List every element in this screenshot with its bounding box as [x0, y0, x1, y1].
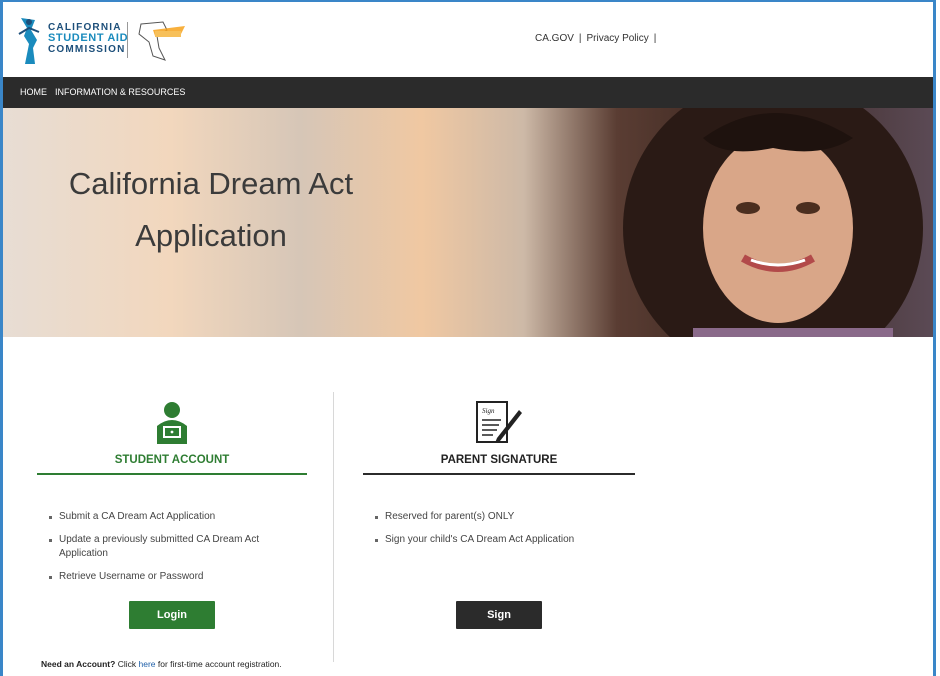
parent-title-rule	[363, 473, 635, 475]
registration-link[interactable]: here	[138, 659, 155, 669]
california-figure-icon	[18, 18, 40, 64]
ca-gov-link[interactable]: CA.GOV	[535, 33, 574, 44]
student-bullet-list: Submit a CA Dream Act Application Update…	[37, 510, 307, 593]
logo-line-3: COMMISSION	[48, 44, 126, 55]
list-item: Retrieve Username or Password	[37, 570, 307, 584]
need-account-text: Need an Account? Click here for first-ti…	[41, 659, 282, 669]
nav-home[interactable]: HOME	[20, 87, 47, 97]
student-title-rule	[37, 473, 307, 475]
list-item: Update a previously submitted CA Dream A…	[37, 533, 307, 561]
browser-frame: CALIFORNIA STUDENT AID COMMISSION CA.GOV…	[0, 0, 936, 676]
link-separator: |	[653, 33, 657, 44]
parent-bullet-list: Reserved for parent(s) ONLY Sign your ch…	[363, 510, 635, 556]
student-computer-icon	[157, 402, 187, 444]
sign-script-text: Sign	[482, 407, 495, 415]
link-separator: |	[578, 33, 582, 44]
hero-title: California Dream Act Application	[68, 166, 354, 253]
sign-button[interactable]: Sign	[456, 601, 542, 629]
main-nav: HOME INFORMATION & RESOURCES	[3, 77, 933, 108]
click-text: Click	[117, 659, 137, 669]
list-item: Submit a CA Dream Act Application	[37, 510, 307, 524]
site-header: CALIFORNIA STUDENT AID COMMISSION CA.GOV…	[3, 2, 933, 77]
top-links: CA.GOV | Privacy Policy |	[535, 33, 661, 44]
nav-information-resources[interactable]: INFORMATION & RESOURCES	[55, 87, 185, 97]
hero-banner: California Dream Act Application	[3, 108, 933, 337]
privacy-policy-link[interactable]: Privacy Policy	[587, 33, 649, 44]
login-button[interactable]: Login	[129, 601, 215, 629]
student-account-title: STUDENT ACCOUNT	[114, 454, 230, 466]
registration-text: for first-time account registration.	[157, 659, 282, 669]
list-item: Reserved for parent(s) ONLY	[363, 510, 635, 524]
parent-signature-title: PARENT SIGNATURE	[440, 454, 558, 466]
dream-act-badge-icon	[138, 21, 185, 61]
logo-wordmark: CALIFORNIA STUDENT AID COMMISSION	[48, 22, 128, 55]
panel-divider	[333, 392, 334, 662]
list-item: Sign your child's CA Dream Act Applicati…	[363, 533, 635, 547]
logo-divider	[127, 22, 128, 58]
hero-portrait-image	[623, 108, 923, 337]
csac-logo[interactable]: CALIFORNIA STUDENT AID COMMISSION	[15, 14, 195, 66]
need-account-label: Need an Account?	[41, 659, 116, 669]
logo-line-2: STUDENT AID	[48, 32, 129, 44]
signature-document-icon: Sign	[476, 401, 522, 443]
